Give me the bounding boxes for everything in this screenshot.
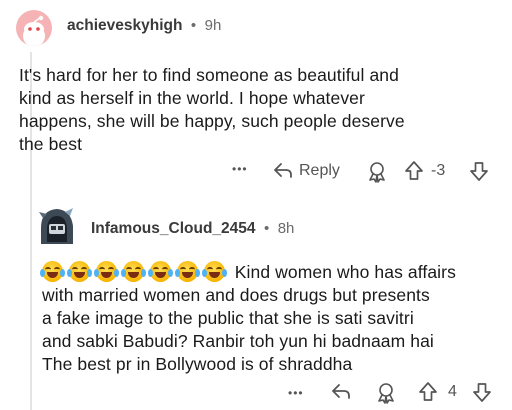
award-icon — [369, 162, 385, 183]
upvote-button[interactable] — [418, 381, 438, 403]
timestamp[interactable]: 8h — [278, 220, 295, 237]
more-options-button[interactable]: ••• — [288, 386, 304, 400]
downvote-arrow-icon — [470, 162, 488, 181]
more-options-label: ••• — [232, 162, 248, 176]
reply-line: The best pr in Bollywood is of shraddha — [42, 354, 353, 374]
upvote-button[interactable] — [404, 160, 424, 182]
reply-label: Reply — [299, 162, 340, 179]
comment-line: the best — [19, 134, 83, 154]
reply-button[interactable]: Reply — [272, 161, 340, 181]
username[interactable]: Infamous_Cloud_2454 — [91, 220, 256, 237]
downvote-button[interactable] — [469, 160, 489, 182]
laughing-emoji-icon — [174, 261, 200, 282]
comment-line: It's hard for her to find someone as bea… — [19, 65, 399, 85]
score-value: -3 — [431, 162, 446, 179]
award-button[interactable] — [366, 161, 388, 183]
reply-line: with married women and does drugs but pr… — [42, 285, 430, 305]
laughing-emoji-icon — [120, 261, 146, 282]
reply-body: Kind women who has affairs with married … — [40, 261, 456, 376]
snoo-avatar-icon — [23, 15, 45, 46]
timestamp[interactable]: 9h — [205, 17, 222, 34]
award-button[interactable] — [375, 382, 397, 404]
vote-score: 4 — [448, 383, 457, 401]
avatar[interactable] — [37, 204, 77, 244]
score-value: 4 — [448, 383, 457, 400]
reply-header: Infamous_Cloud_2454 • 8h — [91, 220, 294, 238]
award-icon — [378, 383, 394, 404]
separator-dot: • — [190, 17, 197, 34]
reply-line: Kind women who has affairs — [234, 262, 456, 282]
reply-arrow-icon — [332, 384, 350, 399]
laughing-emoji-icon — [40, 261, 65, 282]
upvote-arrow-icon — [405, 161, 423, 180]
laughing-emoji-icon — [201, 261, 227, 282]
reply-first-line: Kind women who has affairs — [40, 261, 456, 284]
reply-button[interactable] — [330, 382, 352, 402]
reply-arrow-icon — [272, 161, 294, 181]
downvote-button[interactable] — [472, 381, 492, 403]
comment-header: achieveskyhigh • 9h — [67, 17, 221, 35]
laughing-emoji-icon — [93, 261, 119, 282]
comment-line: kind as herself in the world. I hope wha… — [19, 88, 365, 108]
upvote-arrow-icon — [419, 382, 437, 401]
comment-line: happens, she will be happy, such people … — [19, 111, 405, 131]
more-options-button[interactable]: ••• — [232, 162, 248, 176]
laughing-emoji-icon — [147, 261, 173, 282]
reply-line: a fake image to the public that she is s… — [42, 308, 414, 328]
username[interactable]: achieveskyhigh — [67, 17, 182, 34]
hooded-avatar-icon — [39, 208, 73, 244]
vote-score: -3 — [431, 162, 445, 180]
avatar[interactable] — [16, 10, 52, 46]
downvote-arrow-icon — [473, 383, 491, 402]
comment-body: It's hard for her to find someone as bea… — [19, 64, 405, 156]
laughing-emoji-icon — [66, 261, 92, 282]
reply-line: and sabki Babudi? Ranbir toh yun hi badn… — [42, 331, 434, 351]
more-options-label: ••• — [288, 386, 304, 400]
separator-dot: • — [263, 220, 270, 237]
